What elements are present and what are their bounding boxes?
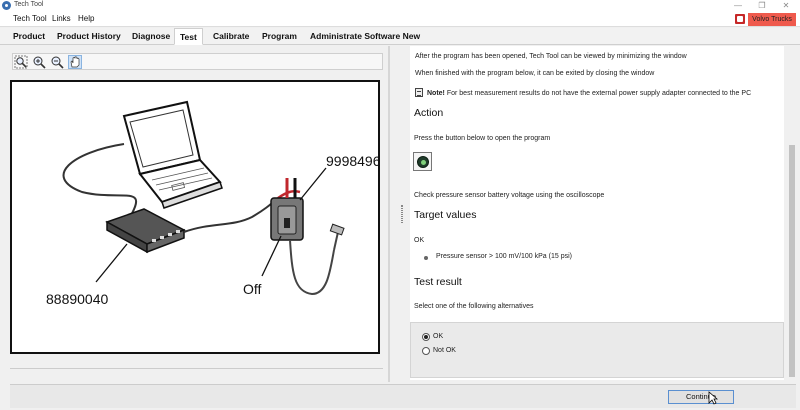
tab-bar: Product Product History Diagnose Test Ca… xyxy=(0,28,800,45)
diagram-label-unit: 88890040 xyxy=(46,291,109,307)
image-toolbar xyxy=(12,53,383,70)
brand-badge[interactable]: Volvo Trucks xyxy=(748,13,796,26)
target-values-heading: Target values xyxy=(414,209,477,221)
alternatives-group: OK Not OK xyxy=(410,322,784,378)
app-logo-icon xyxy=(2,1,11,10)
diagram-label-tool: 9998496 xyxy=(326,153,378,169)
bullet-icon xyxy=(424,256,428,260)
instructions-panel: After the program has been opened, Tech … xyxy=(410,46,784,380)
menu-tech-tool[interactable]: Tech Tool xyxy=(13,14,47,23)
radio-ok[interactable] xyxy=(422,333,430,341)
connection-diagram: 9998496 88890040 Off xyxy=(10,80,380,354)
communication-unit-illustration xyxy=(105,208,186,254)
laptop-illustration xyxy=(122,100,223,209)
tab-product[interactable]: Product xyxy=(12,28,46,45)
minimize-icon[interactable]: — xyxy=(726,0,750,12)
flag-icon[interactable] xyxy=(735,14,745,24)
diagram-label-off: Off xyxy=(243,281,262,297)
zoom-out-icon[interactable] xyxy=(50,55,64,69)
menu-links[interactable]: Links xyxy=(52,14,71,23)
tab-diagnose[interactable]: Diagnose xyxy=(131,28,171,45)
bottom-bar: Continue xyxy=(10,384,796,408)
target-value: Pressure sensor > 100 mV/100 kPa (15 psi… xyxy=(436,253,572,260)
menu-bar: Tech Tool Links Help xyxy=(0,12,800,27)
tab-administrate-software[interactable]: Administrate Software New xyxy=(309,28,421,45)
instruction-line-1: After the program has been opened, Tech … xyxy=(415,53,687,60)
check-text: Check pressure sensor battery voltage us… xyxy=(414,192,605,199)
test-result-heading: Test result xyxy=(414,276,462,288)
radio-not-ok-label[interactable]: Not OK xyxy=(433,347,456,354)
action-text: Press the button below to open the progr… xyxy=(414,135,551,142)
tab-test[interactable]: Test xyxy=(174,28,203,45)
menu-help[interactable]: Help xyxy=(78,14,94,23)
pressure-sensor-illustration xyxy=(270,178,304,241)
target-ok: OK xyxy=(414,237,425,244)
tab-product-history[interactable]: Product History xyxy=(56,28,122,45)
note-label: Note! xyxy=(427,90,445,97)
instruction-line-2: When finished with the program below, it… xyxy=(415,70,655,77)
pan-hand-icon[interactable] xyxy=(68,55,82,69)
note-icon xyxy=(415,88,423,97)
oscilloscope-program-icon xyxy=(417,156,429,168)
radio-not-ok[interactable] xyxy=(422,347,430,355)
radio-ok-label[interactable]: OK xyxy=(433,333,443,340)
diagram-drawing: 9998496 88890040 Off xyxy=(46,100,378,307)
note-body: For best measurement results do not have… xyxy=(444,90,752,97)
mouse-cursor-icon xyxy=(708,391,718,405)
tab-calibrate[interactable]: Calibrate xyxy=(212,28,250,45)
result-prompt: Select one of the following alternatives xyxy=(414,303,534,310)
splitter-grip-icon[interactable] xyxy=(401,205,403,223)
panel-splitter[interactable] xyxy=(388,46,390,382)
title-bar: Tech Tool — ❐ ✕ xyxy=(0,0,800,12)
action-heading: Action xyxy=(414,107,444,119)
scrollbar-thumb[interactable] xyxy=(789,145,795,377)
window-title: Tech Tool xyxy=(14,1,44,8)
continue-button[interactable]: Continue xyxy=(668,390,734,404)
divider xyxy=(10,368,383,369)
zoom-fit-icon[interactable] xyxy=(14,55,28,69)
zoom-in-icon[interactable] xyxy=(32,55,46,69)
tab-program[interactable]: Program xyxy=(261,28,298,45)
open-program-button[interactable] xyxy=(413,152,432,171)
restore-icon[interactable]: ❐ xyxy=(750,0,774,12)
close-icon[interactable]: ✕ xyxy=(774,0,798,12)
note-text: Note! For best measurement results do no… xyxy=(427,90,751,97)
